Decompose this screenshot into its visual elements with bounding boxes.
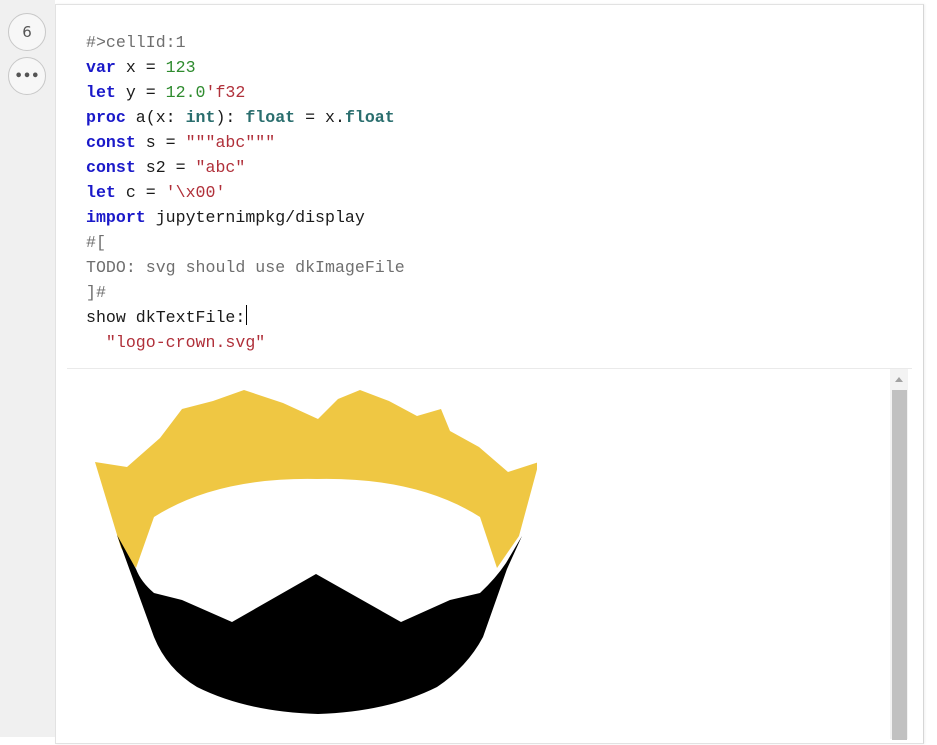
code-token: ): bbox=[215, 108, 246, 127]
code-token: float bbox=[344, 108, 395, 127]
code-cell[interactable]: #>cellId:1 var x = 123 let y = 12.0'f32 pro… bbox=[55, 4, 924, 744]
code-token: y = bbox=[115, 83, 166, 102]
code-token: const bbox=[86, 158, 136, 177]
code-token: a(x: bbox=[125, 108, 186, 127]
code-token: ]# bbox=[86, 283, 106, 302]
scroll-up-arrow-icon bbox=[895, 376, 903, 382]
code-token: c = bbox=[115, 183, 166, 202]
code-line[interactable]: proc a(x: int): float = x.float bbox=[86, 105, 405, 130]
crown-logo-icon bbox=[95, 390, 537, 714]
code-token: x = bbox=[115, 58, 166, 77]
code-line[interactable]: TODO: svg should use dkImageFile bbox=[86, 255, 405, 280]
code-token: jupyternimpkg/display bbox=[145, 208, 365, 227]
code-token: #[ bbox=[86, 233, 106, 252]
code-token: TODO: svg should use dkImageFile bbox=[86, 258, 405, 277]
code-line[interactable]: #[ bbox=[86, 230, 405, 255]
code-token: "logo-crown.svg" bbox=[105, 333, 266, 352]
code-token: "abc" bbox=[195, 158, 246, 177]
code-line[interactable]: let c = '\x00' bbox=[86, 180, 405, 205]
code-token: float bbox=[245, 108, 296, 127]
code-token: s = bbox=[135, 133, 186, 152]
code-line[interactable]: const s = """abc""" bbox=[86, 130, 405, 155]
crown-gold-band bbox=[95, 390, 537, 568]
code-token: int bbox=[185, 108, 216, 127]
execution-count-button[interactable]: 6 bbox=[8, 13, 46, 51]
execution-count-label: 6 bbox=[22, 23, 32, 41]
code-line[interactable]: show dkTextFile: bbox=[86, 305, 405, 330]
crown-black-base bbox=[117, 535, 522, 714]
code-token: """abc""" bbox=[185, 133, 276, 152]
code-token: 'f32 bbox=[205, 83, 246, 102]
code-line[interactable]: #>cellId:1 bbox=[86, 30, 405, 55]
code-token: var bbox=[86, 58, 116, 77]
scrollbar-thumb[interactable] bbox=[892, 390, 907, 740]
code-line[interactable]: ]# bbox=[86, 280, 405, 305]
code-token: 12.0 bbox=[165, 83, 206, 102]
code-line[interactable]: const s2 = "abc" bbox=[86, 155, 405, 180]
cell-gutter: 6 ••• bbox=[0, 0, 55, 737]
code-line[interactable]: let y = 12.0'f32 bbox=[86, 80, 405, 105]
code-token: let bbox=[86, 183, 116, 202]
cell-output bbox=[67, 369, 912, 745]
text-cursor bbox=[246, 305, 248, 325]
code-token: import bbox=[86, 208, 146, 227]
ellipsis-icon: ••• bbox=[14, 68, 40, 84]
code-token: const bbox=[86, 133, 136, 152]
code-editor[interactable]: #>cellId:1 var x = 123 let y = 12.0'f32 pro… bbox=[86, 30, 405, 355]
code-line[interactable]: import jupyternimpkg/display bbox=[86, 205, 405, 230]
code-token: '\x00' bbox=[165, 183, 226, 202]
code-token: #>cellId:1 bbox=[86, 33, 186, 52]
code-token: s2 = bbox=[135, 158, 196, 177]
code-token: show dkTextFile: bbox=[86, 308, 246, 327]
code-line[interactable]: "logo-crown.svg" bbox=[86, 330, 405, 355]
code-token: proc bbox=[86, 108, 126, 127]
code-token: = x. bbox=[295, 108, 345, 127]
code-line[interactable]: var x = 123 bbox=[86, 55, 405, 80]
code-token: let bbox=[86, 83, 116, 102]
code-token: 123 bbox=[165, 58, 196, 77]
scroll-up-button[interactable] bbox=[890, 370, 908, 388]
more-actions-button[interactable]: ••• bbox=[8, 57, 46, 95]
